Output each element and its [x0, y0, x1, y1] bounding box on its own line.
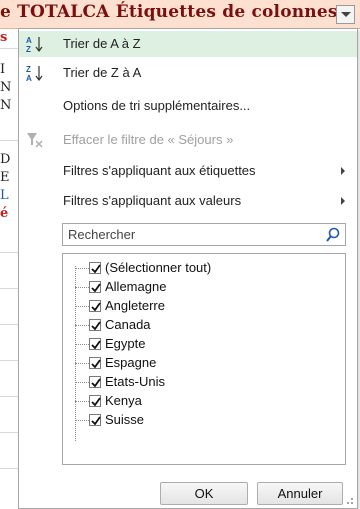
row-fragment: D [0, 152, 11, 167]
item-label: Etats-Unis [105, 374, 165, 389]
filter-dropdown-button[interactable] [336, 5, 355, 24]
row-divider [0, 432, 18, 433]
sort-z-a-icon: Z A [26, 65, 43, 82]
more-sort-options-item[interactable]: Options de tri supplémentaires... [19, 93, 357, 119]
item-label: Kenya [105, 393, 142, 408]
item-label: Suisse [105, 412, 145, 427]
tree-connector [75, 382, 89, 383]
row-divider [0, 324, 18, 325]
svg-text:A: A [26, 74, 32, 82]
tree-connector [75, 363, 89, 364]
item-label: Allemagne [105, 279, 167, 294]
ok-button[interactable]: OK [160, 482, 248, 505]
tree-connector [75, 420, 89, 421]
search-input[interactable] [63, 224, 318, 245]
clear-filter-item: Effacer le filtre de « Séjours » [19, 127, 357, 153]
row-fragment: N [0, 80, 12, 95]
row-divider [0, 140, 18, 141]
pivot-header-row: e TOTALCA Étiquettes de colonnes [0, 0, 360, 29]
item-checkbox[interactable] [89, 300, 101, 312]
sort-z-a-item[interactable]: Z A Trier de Z à A [19, 60, 357, 86]
submenu-arrow-icon [341, 197, 345, 205]
search-field[interactable] [62, 223, 346, 246]
tree-connector [75, 401, 89, 402]
label-filters-label: Filtres s'appliquant aux étiquettes [63, 163, 256, 178]
row-divider [0, 360, 18, 361]
resize-grip-icon[interactable] [344, 495, 354, 505]
row-divider [0, 252, 18, 253]
tree-connector [75, 268, 89, 269]
label-filters-item[interactable]: Filtres s'appliquant aux étiquettes [19, 158, 357, 184]
search-icon[interactable] [325, 227, 341, 243]
row-fragment: L [0, 188, 9, 203]
submenu-arrow-icon [341, 167, 345, 175]
svg-text:Z: Z [26, 65, 31, 74]
filter-dropdown-menu: A Z Trier de A à Z Z A Trier de Z à A Op… [18, 28, 358, 509]
row-fragment: E [0, 170, 10, 185]
row-divider [0, 468, 18, 469]
value-checklist: (Sélectionner tout) Allemagne Angleterre… [62, 253, 346, 465]
cancel-button[interactable]: Annuler [257, 482, 343, 505]
sort-a-z-label: Trier de A à Z [63, 36, 141, 51]
item-checkbox[interactable] [89, 338, 101, 350]
item-label: Canada [105, 317, 151, 332]
tree-connector [75, 266, 76, 441]
row-divider [0, 288, 18, 289]
item-checkbox[interactable] [89, 357, 101, 369]
row-divider [0, 396, 18, 397]
item-checkbox[interactable] [89, 395, 101, 407]
svg-text:A: A [26, 36, 32, 45]
item-label: Egypte [105, 336, 146, 351]
sort-a-z-icon: A Z [26, 36, 43, 53]
row-fragment: N [0, 98, 12, 113]
select-all-label: (Sélectionner tout) [105, 260, 212, 275]
tree-connector [75, 325, 89, 326]
tree-connector [75, 344, 89, 345]
select-all-checkbox[interactable] [89, 262, 101, 274]
clear-filter-icon [27, 133, 43, 148]
row-fragment: I [0, 62, 6, 77]
row-fragment: s [0, 30, 8, 45]
item-checkbox[interactable] [89, 319, 101, 331]
sort-z-a-label: Trier de Z à A [63, 65, 142, 80]
item-checkbox[interactable] [89, 414, 101, 426]
sort-a-z-item[interactable]: A Z Trier de A à Z [19, 31, 357, 57]
tree-connector [75, 287, 89, 288]
value-filters-item[interactable]: Filtres s'appliquant aux valeurs [19, 188, 357, 214]
row-divider [0, 48, 18, 49]
clear-filter-label: Effacer le filtre de « Séjours » [63, 132, 234, 147]
item-checkbox[interactable] [89, 281, 101, 293]
more-sort-options-label: Options de tri supplémentaires... [63, 98, 251, 113]
row-fragment: é [0, 206, 9, 221]
tree-connector [75, 306, 89, 307]
value-filters-label: Filtres s'appliquant aux valeurs [63, 193, 242, 208]
item-label: Espagne [105, 355, 157, 370]
column-labels-header: e TOTALCA Étiquettes de colonnes [0, 2, 338, 22]
svg-text:Z: Z [26, 45, 31, 53]
item-checkbox[interactable] [89, 376, 101, 388]
item-label: Angleterre [105, 298, 165, 313]
